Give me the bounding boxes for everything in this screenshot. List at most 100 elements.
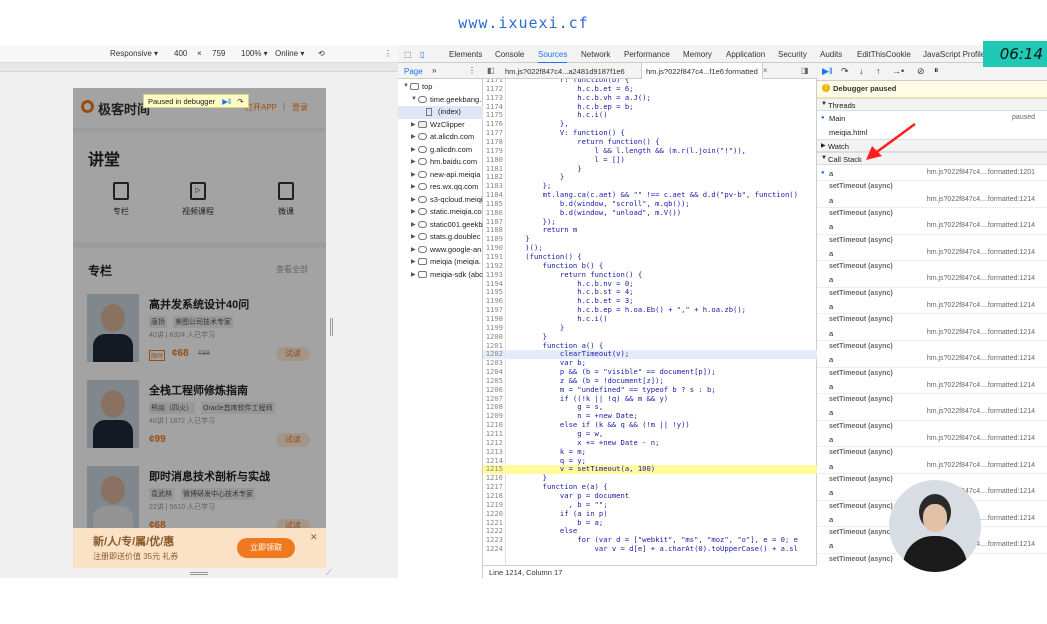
- tab-memory[interactable]: Memory: [683, 50, 712, 59]
- step-into-icon[interactable]: ↓: [859, 66, 864, 76]
- resize-handle-bottom[interactable]: [190, 572, 208, 575]
- tree-item[interactable]: ▶ s3-qcloud.meiqi: [398, 194, 483, 207]
- tab-console[interactable]: Console: [495, 50, 524, 59]
- frame-location[interactable]: hm.js?022f847c4....formatted:1214: [927, 249, 1035, 256]
- watch-section-header[interactable]: ▶ Watch: [817, 139, 1047, 152]
- collapsed-triangle-icon[interactable]: ▶: [411, 258, 416, 265]
- tab-network[interactable]: Network: [581, 50, 610, 59]
- callstack-frame[interactable]: a hm.js?022f847c4....formatted:1214: [817, 194, 1047, 207]
- tab-performance[interactable]: Performance: [624, 50, 670, 59]
- tree-item[interactable]: ▶ res.wx.qq.com: [398, 181, 483, 194]
- network-throttle-select[interactable]: Online ▾: [275, 49, 304, 58]
- thread-row[interactable]: meiqia.html: [817, 126, 1047, 139]
- resume-icon[interactable]: ▶‖: [222, 97, 231, 106]
- callstack-frame[interactable]: a hm.js?022f847c4....formatted:1214: [817, 406, 1047, 419]
- expanded-triangle-icon[interactable]: ▼: [403, 83, 409, 89]
- callstack-frame[interactable]: a hm.js?022f847c4....formatted:1214: [817, 380, 1047, 393]
- collapsed-triangle-icon[interactable]: ▶: [411, 246, 416, 253]
- tree-item[interactable]: ▶ meiqia (meiqia.: [398, 256, 483, 269]
- tree-item[interactable]: ▶ www.google-an: [398, 244, 483, 257]
- tree-item[interactable]: ▶ meiqia-sdk (abc: [398, 269, 483, 282]
- callstack-section-header[interactable]: ▼ Call Stack: [817, 152, 1047, 165]
- frame-location[interactable]: hm.js?022f847c4....formatted:1214: [927, 382, 1035, 389]
- frame-location[interactable]: hm.js?022f847c4....formatted:1201: [927, 169, 1035, 176]
- resume-icon[interactable]: ▶‖: [822, 66, 833, 77]
- callstack-frame[interactable]: a hm.js?022f847c4....formatted:1214: [817, 220, 1047, 233]
- frame-location[interactable]: hm.js?022f847c4....formatted:1214: [927, 302, 1035, 309]
- code-area[interactable]: 1171 r: function(b) {1172 h.c.b.et = 6; 1…: [483, 79, 817, 567]
- step-icon[interactable]: →•: [892, 66, 904, 76]
- line-number[interactable]: 1224: [483, 544, 503, 554]
- pause-on-exceptions-icon[interactable]: ⏸: [934, 65, 939, 76]
- collapsed-triangle-icon[interactable]: ▶: [411, 158, 416, 165]
- tree-item[interactable]: ▶ hm.baidu.com: [398, 156, 483, 169]
- code-line[interactable]: 1224 var v = d[e] + a.charAt(0).toUpperC…: [483, 544, 817, 554]
- step-out-icon[interactable]: ↑: [876, 66, 881, 76]
- navigator-tab-page[interactable]: Page: [404, 67, 423, 76]
- tab-sources[interactable]: Sources: [538, 50, 568, 64]
- tree-item[interactable]: ▼ top: [398, 81, 483, 94]
- collapsed-triangle-icon[interactable]: ▶: [411, 183, 416, 190]
- navigator-menu-icon[interactable]: ⋮: [468, 66, 476, 75]
- collapsed-triangle-icon[interactable]: ▶: [411, 121, 416, 128]
- frame-location[interactable]: hm.js?022f847c4....formatted:1214: [927, 275, 1035, 282]
- tree-item[interactable]: ▶ stats.g.doublec: [398, 231, 483, 244]
- tree-item[interactable]: ▶ at.alicdn.com: [398, 131, 483, 144]
- tree-item[interactable]: ▶ static.meiqia.co: [398, 206, 483, 219]
- more-options-icon[interactable]: ⋮: [384, 49, 392, 58]
- callstack-frame[interactable]: a hm.js?022f847c4....formatted:1214: [817, 327, 1047, 340]
- collapsed-triangle-icon[interactable]: ▶: [411, 133, 416, 140]
- tree-item[interactable]: ▶ new-api.meiqia: [398, 169, 483, 182]
- inspect-element-icon[interactable]: ⬚: [404, 50, 412, 59]
- step-over-icon[interactable]: ↷: [841, 66, 849, 77]
- resize-corner-icon[interactable]: ⟋: [326, 568, 332, 578]
- collapsed-triangle-icon[interactable]: ▶: [411, 171, 416, 178]
- tab-editthiscookie[interactable]: EditThisCookie: [857, 50, 911, 59]
- zoom-select[interactable]: 100% ▾: [241, 49, 268, 58]
- callstack-frame[interactable]: a hm.js?022f847c4....formatted:1214: [817, 300, 1047, 313]
- tab-application[interactable]: Application: [726, 50, 765, 59]
- frame-location[interactable]: hm.js?022f847c4....formatted:1214: [927, 355, 1035, 362]
- claim-coupon-button[interactable]: 立即领取: [237, 538, 295, 558]
- callstack-frame[interactable]: a hm.js?022f847c4....formatted:1214: [817, 273, 1047, 286]
- frame-location[interactable]: hm.js?022f847c4....formatted:1214: [927, 329, 1035, 336]
- device-mode-select[interactable]: Responsive ▾: [110, 49, 158, 58]
- frame-location[interactable]: hm.js?022f847c4....formatted:1214: [927, 435, 1035, 442]
- resize-handle-right[interactable]: [330, 318, 333, 336]
- device-toggle-icon[interactable]: ▯: [420, 50, 424, 59]
- tab-javascript-profiler[interactable]: JavaScript Profiler: [923, 50, 988, 59]
- callstack-frame[interactable]: a hm.js?022f847c4....formatted:1214: [817, 247, 1047, 260]
- step-over-icon[interactable]: ↷: [237, 97, 243, 106]
- collapsed-triangle-icon[interactable]: ▶: [411, 196, 416, 203]
- callstack-frame[interactable]: a hm.js?022f847c4....formatted:1214: [817, 353, 1047, 366]
- tree-item[interactable]: (index): [398, 106, 483, 119]
- callstack-frame[interactable]: ● a hm.js?022f847c4....formatted:1201: [817, 167, 1047, 180]
- collapsed-triangle-icon[interactable]: ▶: [411, 208, 416, 215]
- callstack-frame[interactable]: a hm.js?022f847c4....formatted:1214: [817, 433, 1047, 446]
- tab-audits[interactable]: Audits: [820, 50, 842, 59]
- tree-item[interactable]: ▶ static001.geekb: [398, 219, 483, 232]
- frame-location[interactable]: hm.js?022f847c4....formatted:1214: [927, 408, 1035, 415]
- code-line[interactable]: 1188 return m: [483, 226, 817, 235]
- editor-tab[interactable]: hm.js?022f847c4...a2481d9187f1e6: [505, 67, 625, 76]
- expanded-triangle-icon[interactable]: ▼: [411, 96, 417, 102]
- device-height-input[interactable]: 759: [212, 49, 225, 58]
- deactivate-breakpoints-icon[interactable]: ⊘: [917, 66, 925, 77]
- rotate-icon[interactable]: ⟲: [318, 49, 325, 58]
- collapsed-triangle-icon[interactable]: ▶: [411, 221, 416, 228]
- thread-row[interactable]: ● Main paused: [817, 112, 1047, 125]
- collapsed-triangle-icon[interactable]: ▶: [411, 271, 416, 278]
- frame-location[interactable]: hm.js?022f847c4....formatted:1214: [927, 222, 1035, 229]
- callstack-frame[interactable]: a hm.js?022f847c4....formatted:1214: [817, 460, 1047, 473]
- close-icon[interactable]: ✕: [310, 532, 318, 543]
- collapsed-triangle-icon[interactable]: ▶: [411, 146, 416, 153]
- tab-security[interactable]: Security: [778, 50, 807, 59]
- frame-location[interactable]: hm.js?022f847c4....formatted:1214: [927, 196, 1035, 203]
- more-tabs-icon[interactable]: »: [432, 66, 436, 75]
- tab-elements[interactable]: Elements: [449, 50, 482, 59]
- close-tab-icon[interactable]: ×: [763, 66, 768, 75]
- tree-item[interactable]: ▶ WzClipper: [398, 119, 483, 132]
- collapsed-triangle-icon[interactable]: ▶: [411, 233, 416, 240]
- tree-item[interactable]: ▶ g.alicdn.com: [398, 144, 483, 157]
- toggle-debugger-icon[interactable]: ◨: [801, 66, 809, 75]
